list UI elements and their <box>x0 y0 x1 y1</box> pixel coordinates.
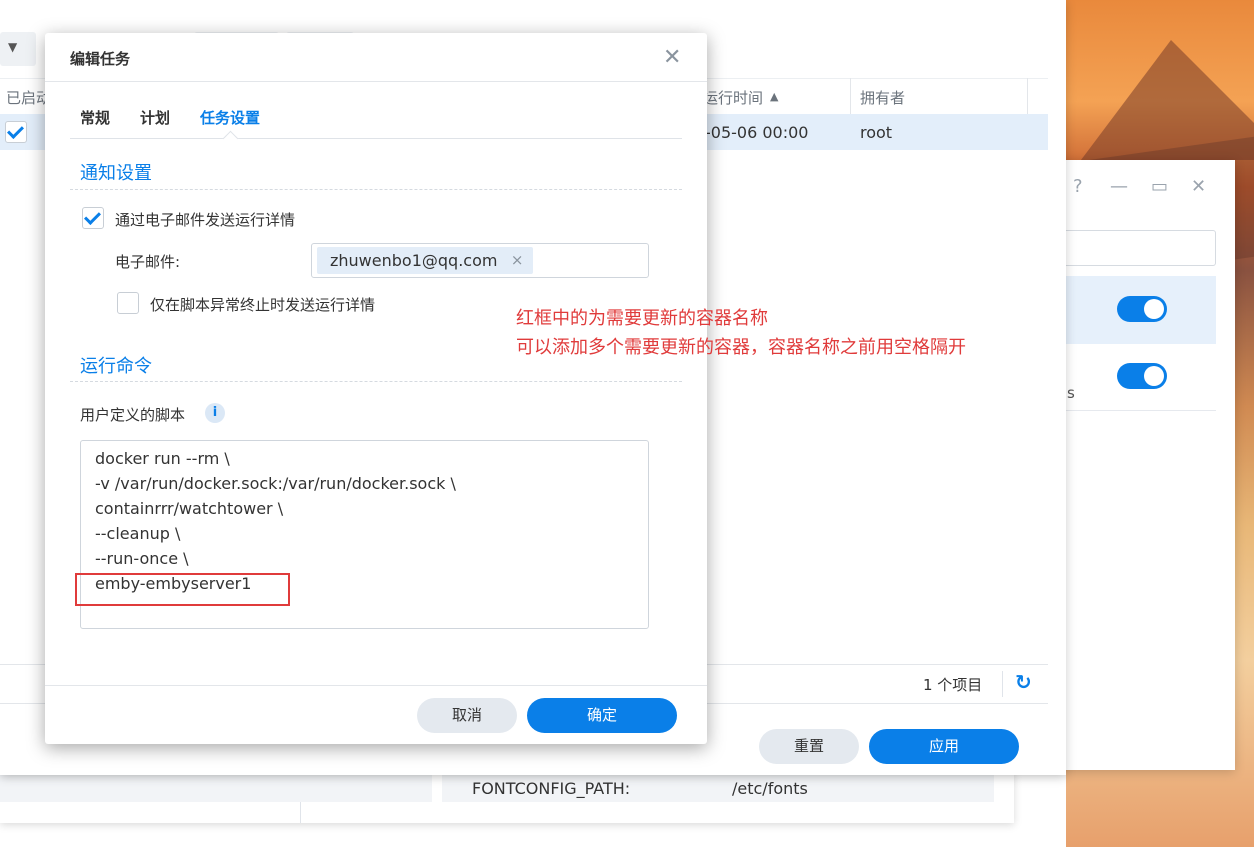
background-window-bottom: FONTCONFIG_PATH: /etc/fonts <box>0 770 1014 823</box>
email-chip-text: zhuwenbo1@qq.com <box>330 251 498 270</box>
item-count: 1 个项目 <box>923 676 983 694</box>
column-divider <box>1027 78 1028 114</box>
tab-general[interactable]: 常规 <box>80 107 110 128</box>
dialog-title: 编辑任务 <box>70 50 131 68</box>
toggle-switch[interactable] <box>1117 296 1167 322</box>
env-value: /etc/fonts <box>732 779 808 798</box>
email-chip: zhuwenbo1@qq.com × <box>317 247 534 274</box>
section-notification-heading: 通知设置 <box>80 163 152 184</box>
only-on-error-checkbox[interactable] <box>117 292 139 314</box>
enabled-checkbox[interactable] <box>5 121 27 143</box>
maximize-icon[interactable]: ▭ <box>1151 176 1168 197</box>
close-icon[interactable]: ✕ <box>663 45 681 70</box>
env-key: FONTCONFIG_PATH: <box>472 779 631 798</box>
cell-owner: root <box>860 123 893 142</box>
annotation-line-1: 红框中的为需要更新的容器名称 <box>516 308 768 329</box>
divider <box>45 81 707 82</box>
column-owner[interactable]: 拥有者 <box>860 87 905 108</box>
section-divider <box>70 381 682 382</box>
script-label: 用户定义的脚本 <box>80 406 186 424</box>
script-line: --cleanup \ <box>95 524 181 543</box>
email-field[interactable]: zhuwenbo1@qq.com × <box>311 243 649 278</box>
list-item[interactable]: s <box>1040 344 1216 411</box>
column-run-time[interactable]: 运行时间 <box>703 87 763 108</box>
send-email-checkbox[interactable] <box>82 207 104 229</box>
divider <box>1002 671 1003 697</box>
only-on-error-label: 仅在脚本异常终止时发送运行详情 <box>150 296 376 314</box>
active-tab-indicator <box>222 130 239 147</box>
script-line: --run-once \ <box>95 549 189 568</box>
cell-run-time: -05-06 00:00 <box>705 123 809 142</box>
minimize-icon[interactable]: — <box>1110 176 1128 197</box>
chevron-down-icon: ▼ <box>8 40 18 54</box>
cancel-button[interactable]: 取消 <box>417 698 517 733</box>
script-line: -v /var/run/docker.sock:/var/run/docker.… <box>95 474 456 493</box>
check-icon <box>7 122 24 139</box>
highlight-box <box>75 573 290 606</box>
script-line: containrrr/watchtower \ <box>95 499 284 518</box>
info-icon[interactable]: i <box>205 403 225 423</box>
chip-remove-icon[interactable]: × <box>511 247 524 274</box>
section-divider <box>70 189 682 190</box>
partial-text: s <box>1067 384 1075 402</box>
edit-task-dialog: 编辑任务 ✕ 常规 计划 任务设置 通知设置 通过电子邮件发送运行详情 电子邮件… <box>45 33 707 744</box>
help-icon[interactable]: ? <box>1073 176 1083 197</box>
toggle-switch[interactable] <box>1117 363 1167 389</box>
column-divider <box>850 78 851 114</box>
ok-button[interactable]: 确定 <box>527 698 677 733</box>
apply-button[interactable]: 应用 <box>869 729 1019 764</box>
tab-task-settings[interactable]: 任务设置 <box>200 107 260 128</box>
list-item[interactable] <box>1040 276 1216 344</box>
annotation-line-2: 可以添加多个需要更新的容器，容器名称之前用空格隔开 <box>516 337 966 358</box>
tab-schedule[interactable]: 计划 <box>140 107 170 128</box>
search-input[interactable] <box>1040 230 1216 266</box>
divider <box>45 685 707 686</box>
toolbar-dropdown-button[interactable]: ▼ <box>0 32 36 66</box>
reset-button[interactable]: 重置 <box>759 729 859 764</box>
section-command-heading: 运行命令 <box>80 356 152 377</box>
sort-asc-icon: ▲ <box>770 90 779 103</box>
script-line: docker run --rm \ <box>95 449 230 468</box>
send-email-label: 通过电子邮件发送运行详情 <box>115 211 296 229</box>
tabs-underline <box>70 138 682 139</box>
divider <box>300 802 301 823</box>
email-label: 电子邮件: <box>115 253 181 271</box>
check-icon <box>84 208 101 225</box>
refresh-icon[interactable]: ↻ <box>1015 670 1032 694</box>
close-icon[interactable]: ✕ <box>1191 176 1206 197</box>
